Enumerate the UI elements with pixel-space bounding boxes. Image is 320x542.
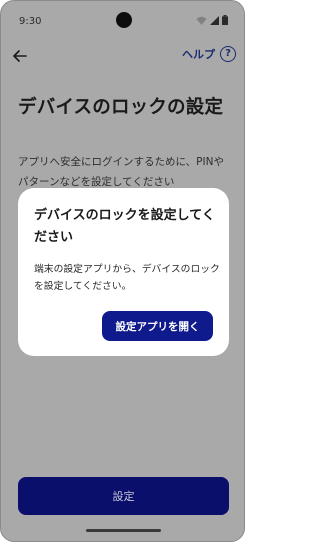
page-title: デバイスのロックの設定 xyxy=(18,97,224,118)
dialog-body: 端末の設定アプリから、デバイスのロックを設定してください。 xyxy=(34,264,220,292)
back-button[interactable] xyxy=(9,45,31,67)
home-indicator[interactable] xyxy=(86,529,161,532)
signal-icon xyxy=(210,15,219,25)
status-bar: 9:30 xyxy=(1,1,244,41)
help-label: ヘルプ xyxy=(182,48,215,61)
phone-screen: 9:30 ヘルプ ? デバイスのロックの設定 アプリへ安全にログインするために、… xyxy=(0,0,245,542)
app-bar: ヘルプ ? xyxy=(1,41,244,73)
help-circle-icon: ? xyxy=(220,46,236,62)
status-time: 9:30 xyxy=(19,16,42,27)
open-settings-button[interactable]: 設定アプリを開く xyxy=(102,311,213,341)
camera-cutout xyxy=(116,12,132,28)
dialog-title: デバイスのロックを設定してください xyxy=(34,208,215,245)
status-icons xyxy=(196,15,228,25)
help-button[interactable]: ヘルプ ? xyxy=(182,46,236,62)
settings-button[interactable]: 設定 xyxy=(18,477,229,515)
lock-dialog: デバイスのロックを設定してください 端末の設定アプリから、デバイスのロックを設定… xyxy=(18,188,229,356)
wifi-icon xyxy=(196,16,207,25)
battery-icon xyxy=(222,15,228,25)
page-description: アプリへ安全にログインするために、PINやパターンなどを設定してください xyxy=(18,156,224,188)
arrow-left-icon xyxy=(13,50,27,62)
